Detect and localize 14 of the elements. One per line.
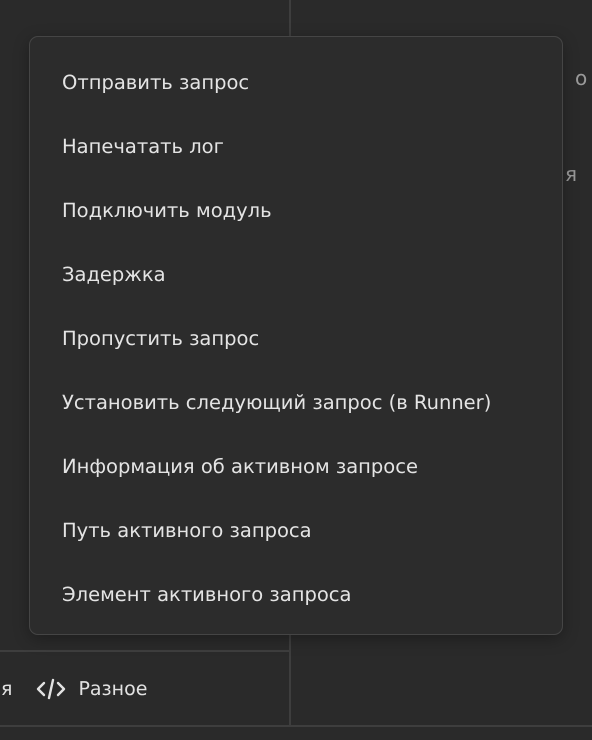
menu-item[interactable]: Элемент активного запроса — [62, 569, 352, 621]
panel-text: я — [565, 162, 578, 186]
menu-item[interactable]: Отправить запрос — [62, 57, 250, 109]
tab-label[interactable]: я — [1, 678, 12, 700]
menu-item[interactable]: Путь активного запроса — [62, 505, 312, 557]
tab-label[interactable]: Разное — [78, 678, 148, 700]
menu-item[interactable]: Установить следующий запрос (в Runner) — [62, 377, 492, 429]
menu-item[interactable]: Напечатать лог — [62, 121, 224, 173]
panel-text: о — [575, 66, 588, 90]
menu-item[interactable]: Пропустить запрос — [62, 313, 260, 365]
menu-item[interactable]: Подключить модуль — [62, 185, 272, 237]
menu-item[interactable]: Информация об активном запросе — [62, 441, 418, 493]
menu-item[interactable]: Задержка — [62, 249, 166, 301]
code-icon — [36, 678, 66, 700]
